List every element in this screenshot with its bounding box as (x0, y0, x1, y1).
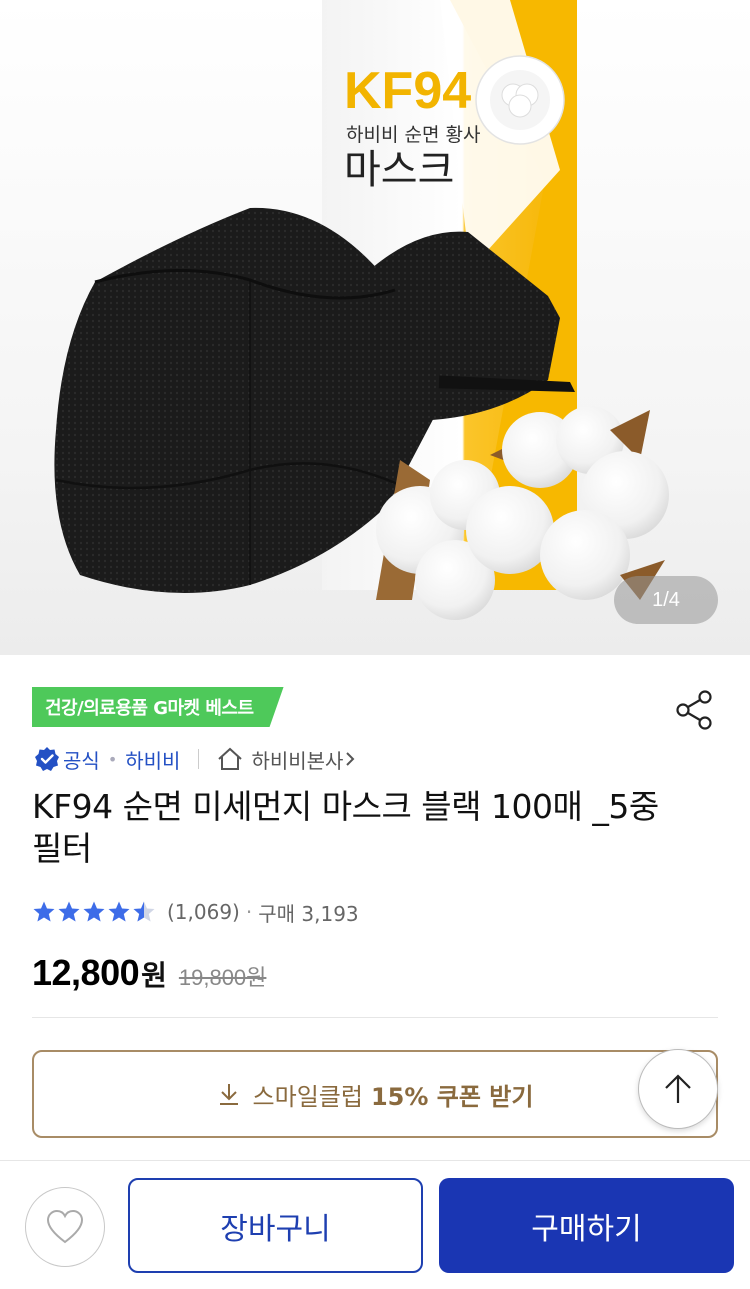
product-photo: KF94 하비비 순면 황사 마스크 (54, 0, 669, 620)
divider (32, 1017, 718, 1018)
star-half-icon (133, 901, 155, 922)
package-sub-text: 하비비 순면 황사 (346, 124, 480, 146)
coupon-label: 스마일클럽 (252, 1082, 363, 1111)
buy-button[interactable]: 구매하기 (439, 1178, 734, 1273)
product-image[interactable]: KF94 하비비 순면 황사 마스크 1/4 (0, 0, 750, 655)
star-icon (58, 901, 80, 922)
package-kf-text: KF94 (344, 62, 471, 120)
image-pager: 1/4 (614, 576, 718, 624)
official-label: 공식 (63, 748, 100, 773)
purchase-count: 구매 3,193 (258, 901, 359, 926)
brand-link[interactable]: 하비비 (125, 745, 180, 774)
verified-icon (35, 747, 59, 771)
seller-row: 공식 • 하비비 하비비본사 (34, 742, 365, 776)
best-badge[interactable]: 건강/의료용품 G마켓 베스트 (32, 687, 284, 727)
price-row: 12,800 원 19,800원 (32, 952, 266, 1002)
star-icon (33, 901, 55, 922)
store-link[interactable]: 하비비본사 (217, 745, 365, 774)
star-icon (108, 901, 130, 922)
arrow-up-icon (665, 1074, 691, 1103)
share-icon (676, 690, 712, 730)
bottom-action-bar: 장바구니 구매하기 (0, 1160, 750, 1289)
separator-dot: • (107, 749, 118, 769)
share-button[interactable] (672, 688, 716, 732)
home-icon (218, 747, 243, 770)
rating-stars (32, 900, 157, 924)
wishlist-button[interactable] (25, 1187, 105, 1267)
seller-divider (198, 749, 200, 769)
download-icon (219, 1084, 238, 1105)
review-count: (1,069) (167, 900, 240, 924)
scroll-top-button[interactable] (638, 1049, 718, 1129)
store-label: 하비비본사 (251, 748, 344, 773)
package-main-text: 마스크 (344, 147, 454, 193)
product-title: KF94 순면 미세먼지 마스크 블랙 100매 _5중필터 (32, 787, 659, 868)
currency-label: 원 (141, 959, 167, 992)
official-badge: 공식 (34, 745, 100, 774)
star-icon (83, 901, 105, 922)
coupon-bold-label: 15% 쿠폰 받기 (370, 1082, 534, 1111)
heart-icon (46, 1209, 84, 1244)
best-badge-label: 건강/의료용품 G마켓 베스트 (45, 698, 254, 719)
cart-button[interactable]: 장바구니 (128, 1178, 423, 1273)
chevron-right-icon (346, 752, 355, 766)
original-price: 19,800원 (178, 965, 267, 990)
separator-dot: · (245, 900, 253, 924)
sale-price: 12,800 (32, 952, 140, 993)
coupon-button[interactable]: 스마일클럽 15% 쿠폰 받기 (32, 1050, 718, 1138)
rating-row[interactable]: (1,069) · 구매 3,193 (32, 896, 359, 928)
